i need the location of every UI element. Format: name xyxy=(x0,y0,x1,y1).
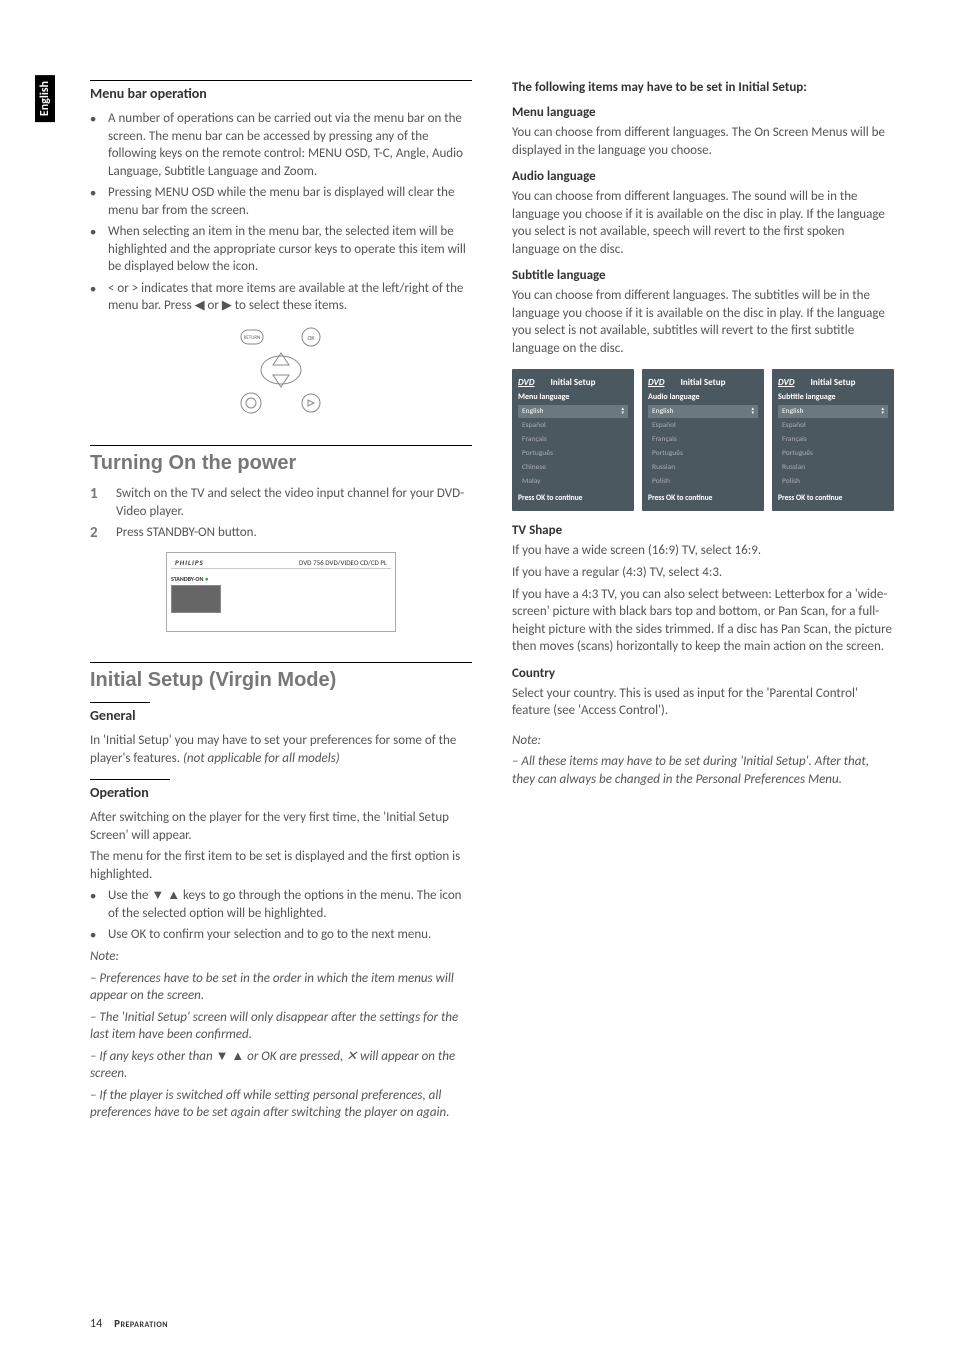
subtitle-lang-text: You can choose from different languages.… xyxy=(512,287,894,357)
standby-label: STANDBY-ON ● xyxy=(171,575,221,583)
note-item: – Preferences have to be set in the orde… xyxy=(90,970,472,1005)
option: Português xyxy=(778,447,888,460)
screen-title: Audio language xyxy=(648,392,758,402)
device-brand: PHILIPS xyxy=(175,558,204,567)
setup-screen-menu: DVD Initial Setup Menu language English … xyxy=(512,369,634,511)
audio-lang-heading: Audio language xyxy=(512,169,894,184)
virgin-heading: Initial Setup (Virgin Mode) xyxy=(90,669,472,692)
note-label: Note: xyxy=(512,732,894,750)
language-tab: English xyxy=(35,75,55,122)
option-selected: English xyxy=(648,405,758,418)
page-footer: 14 Preparation xyxy=(90,1317,168,1331)
operation-text: After switching on the player for the ve… xyxy=(90,809,472,844)
option: Français xyxy=(518,433,628,446)
general-text: In 'Initial Setup' you may have to set y… xyxy=(90,732,472,767)
list-item: Pressing MENU OSD while the menu bar is … xyxy=(90,184,472,219)
device-diagram: PHILIPS DVD 756 DVD/VIDEO CD/CD PL STAND… xyxy=(166,552,396,632)
setup-screen-audio: DVD Initial Setup Audio language English… xyxy=(642,369,764,511)
option-selected: English xyxy=(518,405,628,418)
setup-screens: DVD Initial Setup Menu language English … xyxy=(512,369,894,511)
list-item: Use the ▼ ▲ keys to go through the optio… xyxy=(90,887,472,922)
option: Español xyxy=(778,419,888,432)
dvd-logo-icon: DVD xyxy=(518,377,535,388)
screen-title: Subtitle language xyxy=(778,392,888,402)
step-text: Switch on the TV and select the video in… xyxy=(116,485,472,520)
list-item: When selecting an item in the menu bar, … xyxy=(90,223,472,276)
right-column: The following items may have to be set i… xyxy=(512,80,894,1126)
page-title: Preparation xyxy=(114,1317,168,1330)
option: Français xyxy=(778,433,888,446)
option: Français xyxy=(648,433,758,446)
option-selected: English xyxy=(778,405,888,418)
option: Chinese xyxy=(518,461,628,474)
dvd-logo-icon: DVD xyxy=(648,377,665,388)
option: Russian xyxy=(778,461,888,474)
list-item: A number of operations can be carried ou… xyxy=(90,110,472,180)
svg-text:RETURN: RETURN xyxy=(244,335,261,341)
device-model: DVD 756 DVD/VIDEO CD/CD PL xyxy=(299,558,387,567)
note-item: – The 'Initial Setup' screen will only d… xyxy=(90,1009,472,1044)
general-heading: General xyxy=(90,707,472,724)
svg-text:OK: OK xyxy=(307,334,315,342)
tv-shape-text: If you have a wide screen (16:9) TV, sel… xyxy=(512,542,894,560)
step-number: 1 xyxy=(90,485,104,520)
operation-bullets: Use the ▼ ▲ keys to go through the optio… xyxy=(90,887,472,944)
menu-bar-list: A number of operations can be carried ou… xyxy=(90,110,472,315)
screen-title: Menu language xyxy=(518,392,628,402)
tv-shape-heading: TV Shape xyxy=(512,523,894,538)
list-item: < or > indicates that more items are ava… xyxy=(90,280,472,315)
note-item: – If the player is switched off while se… xyxy=(90,1087,472,1122)
option: Russian xyxy=(648,461,758,474)
screen-header: Initial Setup xyxy=(811,377,856,388)
following-heading: The following items may have to be set i… xyxy=(512,80,894,95)
remote-diagram: RETURN OK xyxy=(231,325,331,415)
left-column: Menu bar operation A number of operation… xyxy=(90,80,472,1126)
option: Português xyxy=(648,447,758,460)
option: Español xyxy=(518,419,628,432)
power-heading: Turning On the power xyxy=(90,452,472,475)
note-item: – All these items may have to be set dur… xyxy=(512,753,894,788)
operation-text: The menu for the first item to be set is… xyxy=(90,848,472,883)
subtitle-lang-heading: Subtitle language xyxy=(512,268,894,283)
option: Español xyxy=(648,419,758,432)
menu-bar-heading: Menu bar operation xyxy=(90,85,472,102)
menu-lang-heading: Menu language xyxy=(512,105,894,120)
device-screen xyxy=(171,585,221,613)
operation-heading: Operation xyxy=(90,784,472,801)
setup-screen-subtitle: DVD Initial Setup Subtitle language Engl… xyxy=(772,369,894,511)
screen-footer: Press OK to continue xyxy=(778,494,888,503)
screen-footer: Press OK to continue xyxy=(518,494,628,503)
note-item: – If any keys other than ▼ ▲ or OK are p… xyxy=(90,1048,472,1083)
screen-header: Initial Setup xyxy=(551,377,596,388)
screen-footer: Press OK to continue xyxy=(648,494,758,503)
audio-lang-text: You can choose from different languages.… xyxy=(512,188,894,258)
note-label: Note: xyxy=(90,948,472,966)
country-heading: Country xyxy=(512,666,894,681)
option: Português xyxy=(518,447,628,460)
menu-lang-text: You can choose from different languages.… xyxy=(512,124,894,159)
tv-shape-text: If you have a regular (4:3) TV, select 4… xyxy=(512,564,894,582)
option: Polish xyxy=(648,475,758,488)
list-item: Use OK to confirm your selection and to … xyxy=(90,926,472,944)
page-number: 14 xyxy=(90,1317,102,1331)
step-number: 2 xyxy=(90,524,104,542)
tv-shape-text: If you have a 4:3 TV, you can also selec… xyxy=(512,586,894,656)
option: Malay xyxy=(518,475,628,488)
dvd-logo-icon: DVD xyxy=(778,377,795,388)
step-text: Press STANDBY-ON button. xyxy=(116,524,472,542)
country-text: Select your country. This is used as inp… xyxy=(512,685,894,720)
screen-header: Initial Setup xyxy=(681,377,726,388)
option: Polish xyxy=(778,475,888,488)
